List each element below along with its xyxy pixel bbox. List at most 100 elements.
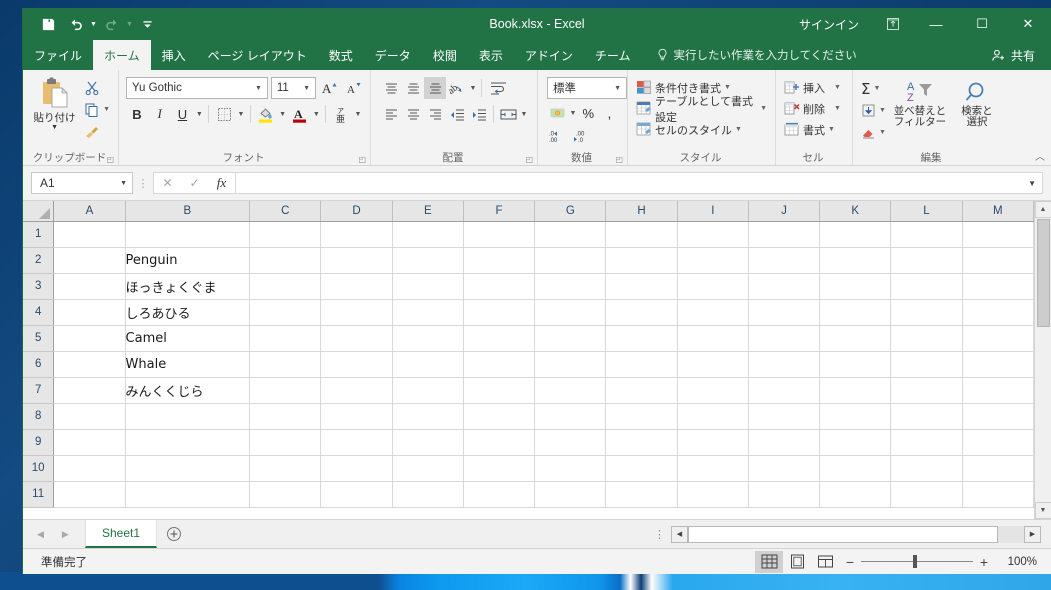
cell-F1[interactable] [463, 221, 536, 248]
italic-button[interactable]: I [149, 103, 171, 125]
cell-B11[interactable] [125, 481, 251, 508]
cell-B6[interactable]: Whale [125, 351, 251, 378]
align-right-button[interactable] [424, 103, 446, 125]
cell-B1[interactable] [125, 221, 251, 248]
cell-F3[interactable] [463, 273, 536, 300]
zoom-level-label[interactable]: 100% [995, 556, 1037, 568]
cell-E4[interactable] [392, 299, 464, 326]
cell-A11[interactable] [53, 481, 126, 508]
maximize-button[interactable]: ☐ [959, 8, 1005, 40]
cell-D2[interactable] [320, 247, 393, 274]
cell-A4[interactable] [53, 299, 126, 326]
row-header-9[interactable]: 9 [23, 429, 55, 456]
cell-D11[interactable] [320, 481, 393, 508]
cell-J6[interactable] [748, 351, 821, 378]
expand-formula-bar-icon[interactable]: ▼ [1028, 179, 1038, 188]
cell-M11[interactable] [962, 481, 1034, 508]
cell-E10[interactable] [392, 455, 464, 482]
cell-D6[interactable] [320, 351, 393, 378]
cell-F4[interactable] [463, 299, 536, 326]
cell-I1[interactable] [677, 221, 749, 248]
cell-E1[interactable] [392, 221, 464, 248]
cell-H7[interactable] [605, 377, 678, 404]
merge-center-caret-icon[interactable]: ▼ [519, 103, 529, 125]
cell-G5[interactable] [534, 325, 607, 352]
align-left-button[interactable] [380, 103, 402, 125]
cell-J9[interactable] [748, 429, 821, 456]
cell-G6[interactable] [534, 351, 607, 378]
cell-H9[interactable] [605, 429, 678, 456]
add-sheet-button[interactable] [157, 526, 191, 542]
cell-L7[interactable] [890, 377, 963, 404]
cell-I7[interactable] [677, 377, 749, 404]
merge-center-button[interactable] [497, 103, 519, 125]
horizontal-scroll-thumb[interactable] [688, 525, 998, 543]
name-box-caret-icon[interactable]: ▼ [120, 180, 132, 187]
borders-button[interactable] [213, 103, 235, 125]
cell-M1[interactable] [962, 221, 1034, 248]
tab-insert[interactable]: 挿入 [151, 40, 197, 70]
undo-icon[interactable] [63, 12, 89, 36]
cell-B7[interactable]: みんくくじら [125, 377, 251, 404]
font-color-caret-icon[interactable]: ▼ [311, 103, 321, 125]
cell-L9[interactable] [890, 429, 963, 456]
tab-home[interactable]: ホーム [93, 40, 151, 70]
row-header-6[interactable]: 6 [23, 351, 55, 378]
cell-D5[interactable] [320, 325, 393, 352]
zoom-slider-thumb[interactable] [913, 555, 917, 568]
copy-caret-icon[interactable]: ▼ [103, 106, 110, 113]
cell-M4[interactable] [962, 299, 1034, 326]
next-sheet-icon[interactable]: ▶ [62, 529, 69, 540]
column-header-c[interactable]: C [249, 201, 322, 222]
row-header-3[interactable]: 3 [23, 273, 55, 300]
clear-button[interactable]: ▼ [858, 122, 889, 143]
cell-I5[interactable] [677, 325, 749, 352]
undo-button[interactable]: ▼ [63, 12, 97, 36]
format-as-table-button[interactable]: テーブルとして書式設定 ▼ [633, 96, 770, 124]
increase-font-size-button[interactable]: A [319, 77, 339, 99]
paste-button[interactable]: 貼り付け ▼ [28, 74, 81, 131]
column-header-i[interactable]: I [677, 201, 749, 222]
insert-function-button[interactable]: fx [208, 175, 235, 191]
cell-C9[interactable] [249, 429, 322, 456]
cell-B2[interactable]: Penguin [125, 247, 251, 274]
tell-me-search[interactable]: 実行したい作業を入力してください [656, 40, 857, 70]
align-middle-button[interactable] [402, 77, 424, 99]
cell-G9[interactable] [534, 429, 607, 456]
cell-K2[interactable] [819, 247, 892, 274]
cell-C2[interactable] [249, 247, 322, 274]
decrease-font-size-button[interactable]: A [343, 77, 363, 99]
cell-E2[interactable] [392, 247, 464, 274]
cell-F9[interactable] [463, 429, 536, 456]
cell-A9[interactable] [53, 429, 126, 456]
cell-I2[interactable] [677, 247, 749, 274]
cell-I4[interactable] [677, 299, 749, 326]
cell-I8[interactable] [677, 403, 749, 430]
page-break-view-button[interactable] [811, 551, 839, 573]
column-header-e[interactable]: E [392, 201, 464, 222]
cell-K10[interactable] [819, 455, 892, 482]
cell-A8[interactable] [53, 403, 126, 430]
cell-F8[interactable] [463, 403, 536, 430]
cell-G2[interactable] [534, 247, 607, 274]
cell-J10[interactable] [748, 455, 821, 482]
cell-H11[interactable] [605, 481, 678, 508]
cell-C5[interactable] [249, 325, 322, 352]
font-dialog-launcher[interactable]: ◰ [358, 155, 366, 164]
cell-styles-caret-icon[interactable]: ▼ [735, 126, 742, 133]
column-header-f[interactable]: F [463, 201, 536, 222]
orientation-caret-icon[interactable]: ▼ [468, 77, 478, 99]
cell-J8[interactable] [748, 403, 821, 430]
worksheet-grid[interactable]: A B C D E F G H I J K L M 1 2 Penguin 3 … [23, 201, 1034, 508]
number-format-caret-icon[interactable]: ▼ [611, 85, 624, 92]
cell-H1[interactable] [605, 221, 678, 248]
zoom-out-button[interactable]: − [839, 554, 861, 570]
autosum-caret-icon[interactable]: ▼ [873, 85, 880, 92]
cell-E6[interactable] [392, 351, 464, 378]
column-header-j[interactable]: J [748, 201, 821, 222]
cell-I6[interactable] [677, 351, 749, 378]
accounting-format-button[interactable] [547, 102, 568, 124]
cell-C8[interactable] [249, 403, 322, 430]
cell-A5[interactable] [53, 325, 126, 352]
cell-I3[interactable] [677, 273, 749, 300]
